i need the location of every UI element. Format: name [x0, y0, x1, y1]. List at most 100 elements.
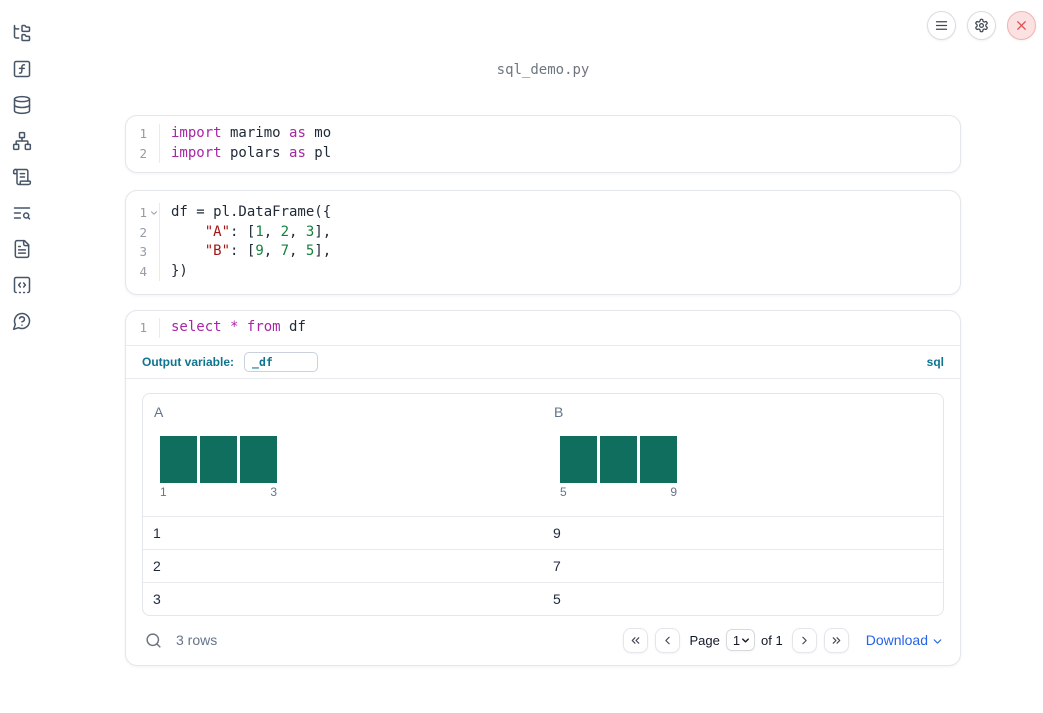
column-name: B [554, 403, 564, 420]
histogram-axis-labels: 1 3 [160, 485, 277, 499]
token-text: mo [305, 125, 332, 141]
table-row[interactable]: 2 7 [143, 548, 943, 582]
download-label: Download [865, 632, 928, 649]
menu-button[interactable] [927, 11, 956, 40]
token-number: 7 [280, 243, 290, 259]
token-keyword: import [171, 125, 222, 141]
notebook-actions [927, 11, 1036, 40]
histogram-min-label: 1 [160, 484, 167, 499]
token-text: , [289, 243, 306, 259]
token-string: "B" [204, 243, 231, 259]
cell-output: A 1 3 B 5 9 1 9 2 7 3 5 3 rows Page 1 of… [126, 377, 960, 666]
dependency-graph-button[interactable] [11, 130, 33, 152]
scroll-icon [12, 168, 32, 186]
token-number: 9 [255, 243, 264, 259]
column-header-b[interactable]: B 5 9 [543, 394, 943, 516]
token-text: , [263, 243, 281, 259]
dataframe-table: A 1 3 B 5 9 1 9 2 7 3 5 [142, 392, 944, 616]
file-tree-icon[interactable] [11, 22, 33, 44]
histogram-bar [560, 435, 597, 483]
chevron-down-icon [933, 639, 942, 644]
previous-page-button[interactable] [655, 627, 681, 653]
page-label: Page [689, 632, 720, 648]
table-cell: 7 [553, 557, 561, 574]
token-text: pl [305, 144, 332, 161]
token-text: marimo [221, 125, 290, 141]
chevrons-left-icon [632, 636, 640, 644]
settings-button[interactable] [967, 11, 996, 40]
sidebar [0, 0, 44, 332]
line-number: 2 [139, 224, 147, 240]
help-button[interactable] [11, 310, 33, 332]
documentation-panel-button[interactable] [11, 238, 33, 260]
token-text: : [ [230, 223, 256, 240]
token-text: , [289, 223, 306, 240]
fold-chevron-icon[interactable] [149, 208, 159, 218]
token-text: ], [314, 223, 332, 240]
search-icon [146, 633, 161, 648]
download-button[interactable]: Download [866, 632, 944, 648]
chevrons-right-icon [832, 636, 841, 644]
code-editor[interactable]: 1 2 3 4 df = pl.DataFrame({ "A": [1, 2, … [126, 191, 960, 293]
code-cell-dataframe: 1 2 3 4 df = pl.DataFrame({ "A": [1, 2, … [125, 190, 961, 295]
token-text: polars [221, 144, 290, 161]
table-row[interactable]: 3 5 [143, 581, 943, 615]
row-count-label: 3 rows [176, 632, 218, 649]
code-line: select * from df [171, 318, 960, 338]
code-content: import marimo as mo import polars as pl [160, 124, 960, 163]
histogram-bar [640, 435, 677, 483]
line-number-gutter: 1 2 [126, 124, 160, 163]
token-number: 1 [255, 223, 264, 240]
datasources-panel-button[interactable] [11, 94, 33, 116]
last-page-button[interactable] [823, 627, 849, 653]
variables-panel-button[interactable] [11, 58, 33, 80]
output-variable-label: Output variable: [142, 354, 235, 369]
column-name: A [154, 403, 164, 420]
first-page-button[interactable] [623, 627, 649, 653]
token-number: 2 [280, 223, 290, 240]
line-number: 4 [139, 263, 147, 279]
token-keyword: as [289, 125, 306, 141]
database-icon [13, 95, 31, 115]
line-number-gutter: 1 [126, 318, 160, 338]
shutdown-button[interactable] [1007, 11, 1036, 40]
token-text: , [263, 223, 281, 240]
table-cell: 1 [153, 524, 161, 541]
code-line: df = pl.DataFrame({ [171, 204, 332, 220]
token-keyword: from [246, 319, 281, 335]
line-number: 1 [139, 320, 147, 335]
table-cell: 2 [153, 557, 161, 574]
code-line: "B": [9, 7, 5], [171, 242, 960, 262]
language-badge: sql [926, 354, 944, 369]
token-string: "A" [204, 223, 231, 240]
code-square-dashed-icon [13, 276, 31, 294]
folder-tree-icon [13, 24, 31, 42]
text-search-icon [13, 207, 31, 220]
function-square-icon [13, 60, 31, 78]
sql-cell: 1 select * from df Output variable: _df … [125, 310, 961, 666]
notebook-filename: sql_demo.py [496, 62, 590, 78]
output-variable-input[interactable]: _df [244, 351, 319, 372]
next-page-button[interactable] [791, 627, 817, 653]
table-header: A 1 3 B 5 9 [143, 394, 943, 516]
page-number-select[interactable]: 1 [725, 629, 756, 652]
table-row[interactable]: 1 9 [143, 515, 943, 549]
column-header-a[interactable]: A 1 3 [143, 394, 543, 516]
code-line: "A": [1, 2, 3], [171, 223, 960, 243]
line-number-text: 1 [139, 205, 147, 220]
code-line: import marimo as mo [171, 124, 960, 144]
logs-panel-button[interactable] [11, 166, 33, 188]
search-button[interactable] [145, 631, 163, 649]
token-keyword: as [289, 144, 306, 161]
code-editor[interactable]: 1 2 import marimo as mo import polars as… [126, 116, 960, 171]
close-x-icon [1017, 21, 1026, 30]
snippets-panel-button[interactable] [11, 274, 33, 296]
histogram-bars [160, 435, 277, 483]
column-histogram: 1 3 [160, 435, 277, 499]
outline-search-button[interactable] [11, 202, 33, 224]
histogram-bar [160, 435, 197, 483]
token-text: : [ [230, 243, 256, 259]
table-footer-left: 3 rows [145, 631, 217, 649]
sql-editor[interactable]: 1 select * from df [126, 311, 960, 345]
